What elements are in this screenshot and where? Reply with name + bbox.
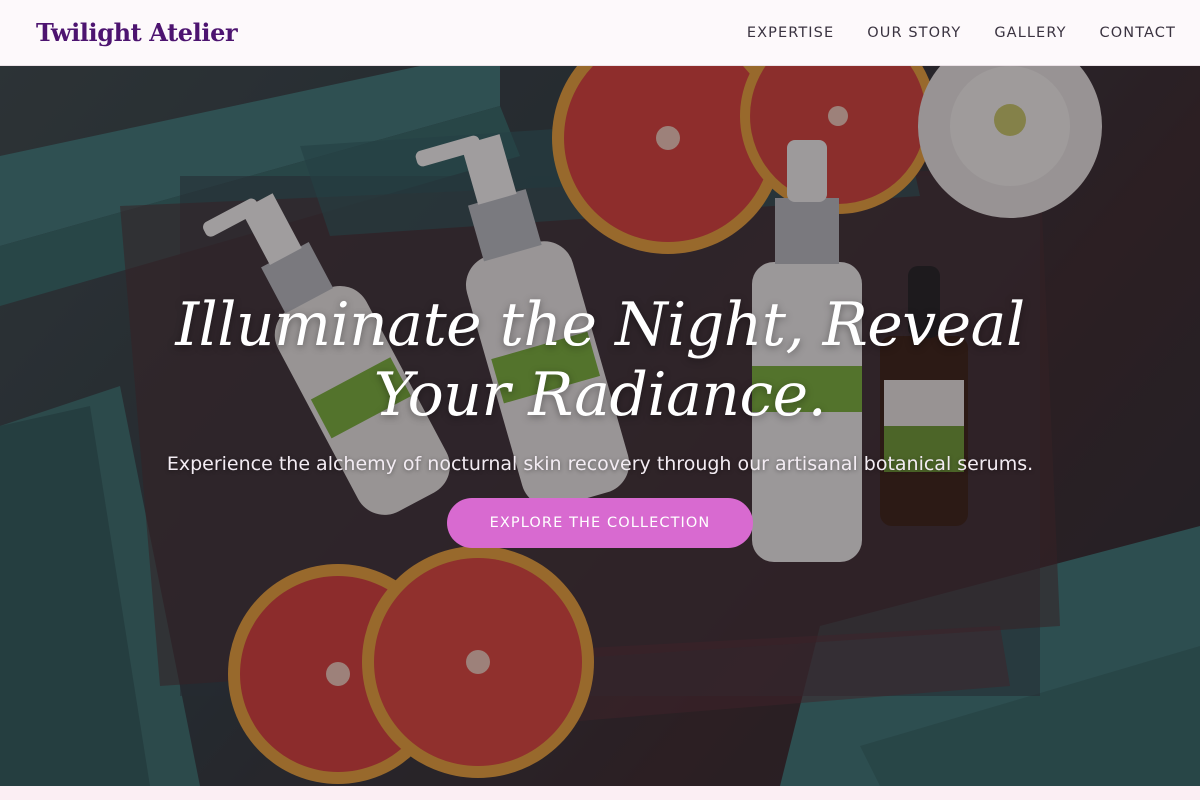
nav-link-expertise[interactable]: EXPERTISE [747, 25, 834, 41]
brand-logo[interactable]: Twilight Atelier [36, 18, 238, 47]
hero-subtext: Experience the alchemy of nocturnal skin… [166, 453, 1034, 475]
nav-link-gallery[interactable]: GALLERY [994, 25, 1066, 41]
explore-collection-button[interactable]: EXPLORE THE COLLECTION [447, 498, 753, 548]
next-section-edge [0, 786, 1200, 800]
nav-link-our-story[interactable]: OUR STORY [867, 25, 961, 41]
nav-link-contact[interactable]: CONTACT [1100, 25, 1176, 41]
site-header: Twilight Atelier EXPERTISE OUR STORY GAL… [0, 0, 1200, 66]
hero-content: Illuminate the Night, Reveal Your Radian… [0, 66, 1200, 786]
hero-headline: Illuminate the Night, Reveal Your Radian… [175, 290, 1025, 430]
main-nav: EXPERTISE OUR STORY GALLERY CONTACT [747, 25, 1176, 41]
hero-section: Illuminate the Night, Reveal Your Radian… [0, 66, 1200, 786]
